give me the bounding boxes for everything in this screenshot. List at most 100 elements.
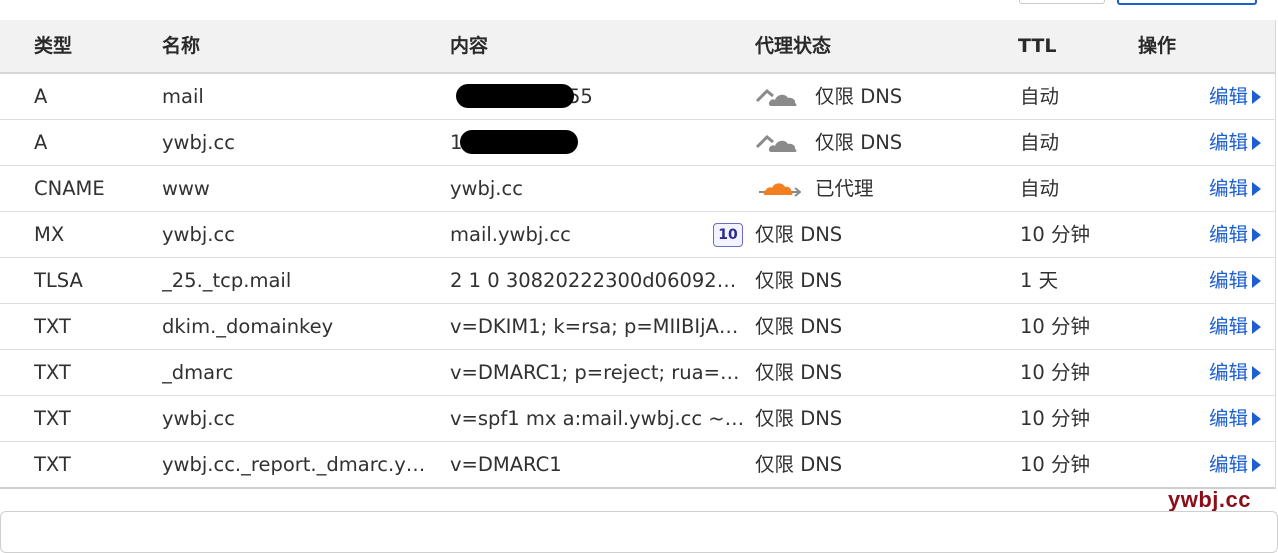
record-ttl: 10 分钟 — [1020, 453, 1091, 476]
edit-label[interactable]: 编辑 — [1209, 131, 1248, 154]
record-type: TXT — [34, 453, 71, 476]
edit-button[interactable]: 编辑 — [1209, 258, 1269, 303]
edit-button[interactable]: 编辑 — [1209, 120, 1269, 165]
edit-label[interactable]: 编辑 — [1209, 85, 1248, 108]
record-name: ywbj.cc — [162, 407, 235, 430]
edit-button[interactable]: 编辑 — [1209, 396, 1269, 441]
table-row[interactable]: MX ywbj.cc mail.ywbj.cc 10 仅限 DNS 10 分钟 … — [0, 212, 1275, 258]
record-type: MX — [34, 223, 65, 246]
proxy-status: 仅限 DNS — [755, 315, 843, 338]
record-ttl: 10 分钟 — [1020, 223, 1091, 246]
record-content: v=DKIM1; k=rsa; p=MIIBIjAN... — [450, 315, 745, 338]
caret-right-icon[interactable] — [1252, 366, 1262, 380]
record-name: _25._tcp.mail — [162, 269, 292, 292]
record-content: 155 — [450, 120, 745, 165]
record-ttl: 自动 — [1020, 131, 1060, 154]
edit-button[interactable]: 编辑 — [1209, 442, 1269, 487]
edit-button[interactable]: 编辑 — [1209, 304, 1269, 349]
edit-label[interactable]: 编辑 — [1209, 361, 1248, 384]
proxy-status-label: 已代理 — [815, 177, 874, 200]
record-type: A — [34, 85, 48, 108]
toolbar-primary-button[interactable] — [1117, 0, 1257, 5]
record-type: A — [34, 131, 48, 154]
record-type: TXT — [34, 361, 71, 384]
record-name: ywbj.cc — [162, 131, 235, 154]
record-content: mail.ywbj.cc — [450, 223, 571, 246]
proxy-status: 仅限 DNS — [755, 223, 843, 246]
record-type: CNAME — [34, 177, 105, 200]
edit-label[interactable]: 编辑 — [1209, 223, 1248, 246]
proxy-status: 仅限 DNS — [755, 120, 995, 165]
record-name: ywbj.cc — [162, 223, 235, 246]
toolbar-button[interactable] — [1019, 0, 1105, 4]
table-row[interactable]: TXT dkim._domainkey v=DKIM1; k=rsa; p=MI… — [0, 304, 1275, 350]
caret-right-icon[interactable] — [1252, 182, 1262, 196]
redaction-mark — [460, 130, 578, 154]
proxy-status: 仅限 DNS — [755, 269, 843, 292]
record-ttl: 10 分钟 — [1020, 361, 1091, 384]
proxy-status: 已代理 — [755, 166, 995, 211]
edit-label[interactable]: 编辑 — [1209, 269, 1248, 292]
cloud-dns-only-icon — [755, 81, 801, 111]
caret-right-icon[interactable] — [1252, 136, 1262, 150]
cloud-proxied-icon — [755, 173, 801, 203]
caret-right-icon[interactable] — [1252, 320, 1262, 334]
edit-label[interactable]: 编辑 — [1209, 315, 1248, 338]
table-row[interactable]: TLSA _25._tcp.mail 2 1 0 30820222300d060… — [0, 258, 1275, 304]
edit-label[interactable]: 编辑 — [1209, 453, 1248, 476]
edit-label[interactable]: 编辑 — [1209, 177, 1248, 200]
table-row[interactable]: TXT ywbj.cc._report._dmarc.yw... v=DMARC… — [0, 442, 1275, 489]
column-header-proxy-status[interactable]: 代理状态 — [755, 20, 831, 72]
cloud-dns-only-icon — [755, 127, 801, 157]
column-header-ttl[interactable]: TTL — [1018, 20, 1056, 72]
record-type: TXT — [34, 407, 71, 430]
column-header-actions: 操作 — [1138, 35, 1177, 57]
edit-button[interactable]: 编辑 — [1209, 212, 1269, 257]
watermark: ywbj.cc — [1168, 487, 1251, 512]
priority-badge: 10 — [713, 223, 743, 247]
proxy-status: 仅限 DNS — [755, 74, 995, 119]
record-ttl: 1 天 — [1020, 269, 1059, 292]
record-name: ywbj.cc._report._dmarc.yw... — [162, 453, 437, 476]
edit-button[interactable]: 编辑 — [1209, 350, 1269, 395]
proxy-status: 仅限 DNS — [755, 453, 843, 476]
edit-button[interactable]: 编辑 — [1209, 74, 1269, 119]
edit-button[interactable]: 编辑 — [1209, 166, 1269, 211]
table-row[interactable]: TXT _dmarc v=DMARC1; p=reject; rua=m... … — [0, 350, 1275, 396]
record-content: 55 — [450, 74, 745, 119]
edit-label[interactable]: 编辑 — [1209, 407, 1248, 430]
record-content: v=DMARC1 — [450, 453, 562, 476]
caret-right-icon[interactable] — [1252, 90, 1262, 104]
table-row[interactable]: A ywbj.cc 155 仅限 DNS 自动 编辑 — [0, 120, 1275, 166]
proxy-status-label: 仅限 DNS — [815, 131, 903, 154]
record-content: 2 1 0 30820222300d06092a8... — [450, 269, 745, 292]
record-name: www — [162, 177, 210, 200]
record-content: v=DMARC1; p=reject; rua=m... — [450, 361, 745, 384]
record-name: dkim._domainkey — [162, 315, 334, 338]
caret-right-icon[interactable] — [1252, 274, 1262, 288]
column-header-type[interactable]: 类型 — [34, 20, 72, 72]
caret-right-icon[interactable] — [1252, 228, 1262, 242]
table-row[interactable]: TXT ywbj.cc v=spf1 mx a:mail.ywbj.cc ~al… — [0, 396, 1275, 442]
table-row[interactable]: CNAME www ywbj.cc 已代理 自动 编辑 — [0, 166, 1275, 212]
top-toolbar — [0, 0, 1278, 20]
column-header-name[interactable]: 名称 — [162, 20, 200, 72]
record-name: mail — [162, 85, 204, 108]
column-header-content[interactable]: 内容 — [450, 20, 488, 72]
record-ttl: 10 分钟 — [1020, 315, 1091, 338]
record-ttl: 自动 — [1020, 85, 1060, 108]
proxy-status-label: 仅限 DNS — [815, 85, 903, 108]
proxy-status: 仅限 DNS — [755, 407, 843, 430]
caret-right-icon[interactable] — [1252, 458, 1262, 472]
record-ttl: 10 分钟 — [1020, 407, 1091, 430]
table-row[interactable]: A mail 55 仅限 DNS 自动 编辑 — [0, 74, 1275, 120]
caret-right-icon[interactable] — [1252, 412, 1262, 426]
record-content: ywbj.cc — [450, 177, 523, 200]
redaction-mark — [456, 84, 574, 108]
dns-records-table: 类型 名称 内容 代理状态 TTL 操作 A mail 55 仅限 DNS 自动… — [0, 20, 1276, 489]
record-ttl: 自动 — [1020, 177, 1060, 200]
table-header: 类型 名称 内容 代理状态 TTL 操作 — [0, 20, 1275, 74]
record-name: _dmarc — [162, 361, 234, 384]
record-type: TLSA — [34, 269, 83, 292]
record-content: v=spf1 mx a:mail.ywbj.cc ~all — [450, 407, 745, 430]
